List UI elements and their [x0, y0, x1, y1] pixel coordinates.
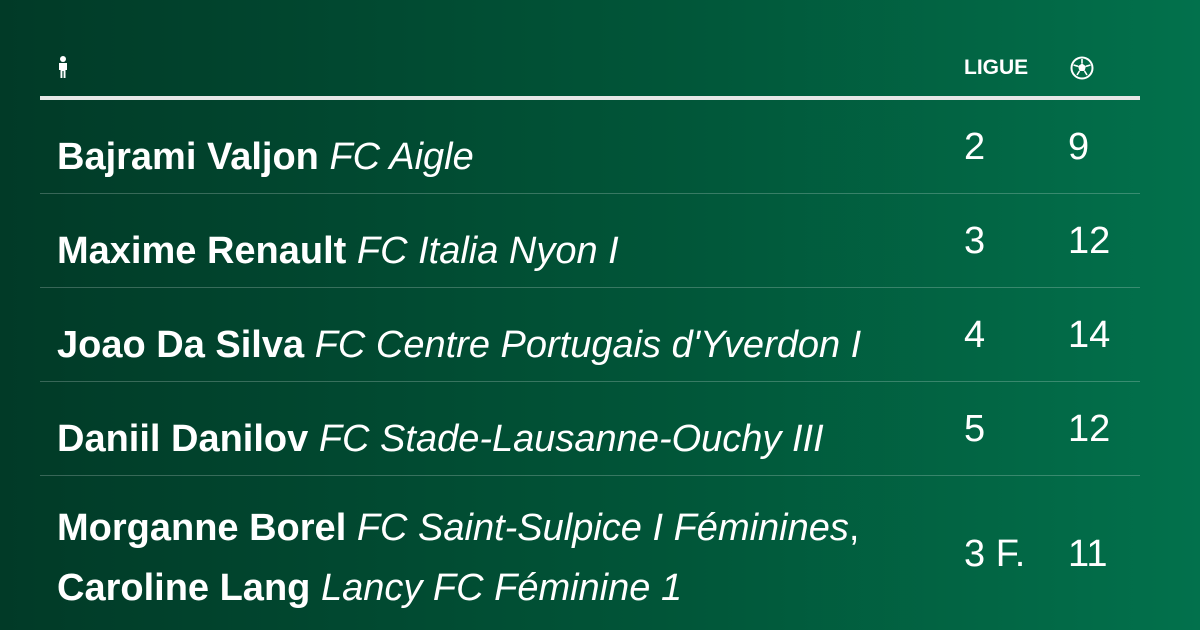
goals-value: 12	[1068, 408, 1111, 450]
player-cell: Joao Da Silva FC Centre Portugais d'Yver…	[57, 315, 861, 375]
person-icon	[59, 56, 67, 78]
player-name: Joao Da Silva	[57, 324, 305, 366]
player-club: FC Centre Portugais d'Yverdon I	[314, 324, 862, 366]
league-value: 5	[964, 408, 986, 450]
player-cell: Maxime Renault FC Italia Nyon I	[57, 221, 619, 281]
goals-value: 14	[1068, 314, 1111, 356]
league-column-header: LIGUE	[964, 56, 1029, 79]
table-row: Joao Da Silva FC Centre Portugais d'Yver…	[40, 288, 1140, 382]
goals-value: 11	[1068, 533, 1108, 575]
scorers-table: LIGUE Bajrami Valjon FC Aigle 2 9 Maxime…	[40, 0, 1140, 628]
table-row: Daniil Danilov FC Stade-Lausanne-Ouchy I…	[40, 382, 1140, 476]
player-club: Lancy FC Féminine 1	[320, 567, 683, 609]
soccer-ball-icon	[1070, 56, 1094, 80]
player-name: Caroline Lang	[57, 567, 311, 609]
table-row: Maxime Renault FC Italia Nyon I 3 12	[40, 194, 1140, 288]
player-club: FC Saint-Sulpice I Féminines	[356, 507, 849, 549]
player-name: Bajrami Valjon	[57, 136, 319, 178]
player-club: FC Aigle	[329, 136, 474, 178]
goals-value: 12	[1068, 220, 1111, 262]
league-value: 3	[964, 220, 986, 262]
table-row: Bajrami Valjon FC Aigle 2 9	[40, 100, 1140, 194]
player-line: Morganne Borel FC Saint-Sulpice I Fémini…	[57, 498, 859, 558]
player-name: Daniil Danilov	[57, 418, 309, 460]
player-name: Maxime Renault	[57, 230, 347, 272]
league-value: 2	[964, 126, 986, 168]
player-name: Morganne Borel	[57, 507, 347, 549]
player-club: FC Stade-Lausanne-Ouchy III	[318, 418, 824, 460]
league-value: 3 F.	[964, 533, 1026, 575]
player-separator: ,	[848, 507, 860, 549]
player-line: Caroline Lang Lancy FC Féminine 1	[57, 558, 859, 618]
table-header: LIGUE	[40, 0, 1140, 100]
goals-value: 9	[1068, 126, 1090, 168]
player-cell: Daniil Danilov FC Stade-Lausanne-Ouchy I…	[57, 409, 824, 469]
league-value: 4	[964, 314, 986, 356]
player-cell: Morganne Borel FC Saint-Sulpice I Fémini…	[57, 498, 859, 618]
player-club: FC Italia Nyon I	[356, 230, 619, 272]
table-row: Morganne Borel FC Saint-Sulpice I Fémini…	[40, 476, 1140, 628]
player-cell: Bajrami Valjon FC Aigle	[57, 127, 474, 187]
